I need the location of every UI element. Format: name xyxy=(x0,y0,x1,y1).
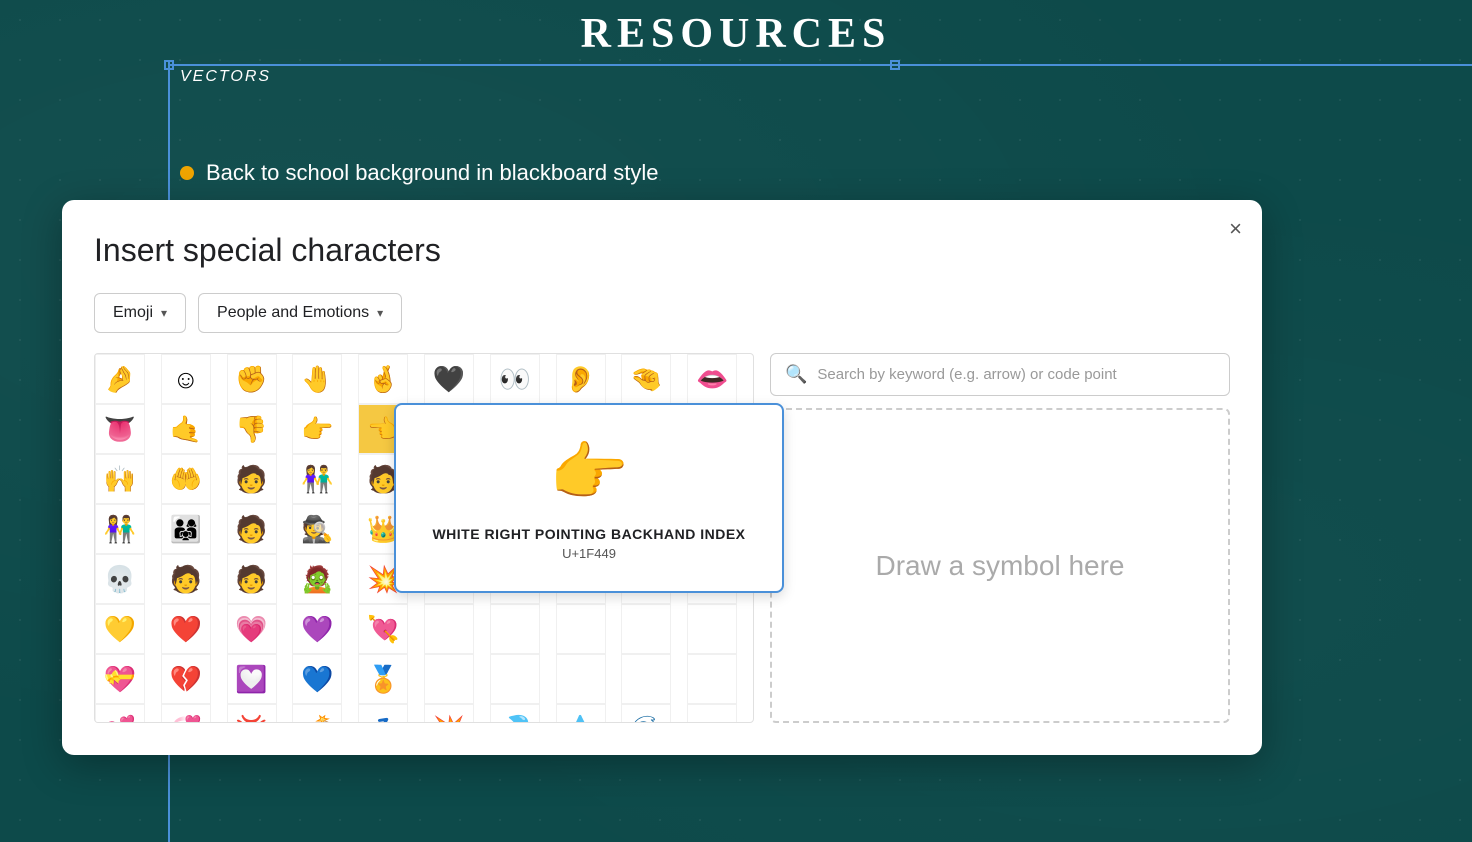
emoji-cell[interactable]: 💣 xyxy=(292,704,342,723)
emoji-cell[interactable]: 💝 xyxy=(95,654,145,704)
emoji-grid-container: 🤌 ☺ ✊ 🤚 🤞 🖤 👀 👂 🤏 👄 👅 🤙 👎 👉 👈 👊 🤝 👌 xyxy=(94,353,754,723)
emoji-cell[interactable]: 💛 xyxy=(95,604,145,654)
bullet-dot xyxy=(180,166,194,180)
emoji-cell[interactable]: 🤲 xyxy=(161,454,211,504)
emoji-cell[interactable]: 🙌 xyxy=(95,454,145,504)
emoji-cell[interactable]: 👀 xyxy=(490,354,540,404)
emoji-cell[interactable]: 🕵 xyxy=(292,504,342,554)
header: RESOURCES VECTORS xyxy=(0,0,1472,130)
emoji-cell[interactable] xyxy=(490,654,540,704)
emoji-cell[interactable]: 💔 xyxy=(161,654,211,704)
emoji-cell[interactable]: 🌊 xyxy=(621,704,671,723)
close-button[interactable]: × xyxy=(1229,218,1242,240)
emoji-cell[interactable]: 👨‍👩‍👧 xyxy=(161,504,211,554)
emoji-cell[interactable] xyxy=(621,654,671,704)
right-panel: 🔍 Search by keyword (e.g. arrow) or code… xyxy=(770,353,1230,723)
emoji-cell[interactable]: 💧 xyxy=(556,704,606,723)
chevron-down-icon-2: ▾ xyxy=(377,306,383,320)
emoji-cell[interactable]: ☺ xyxy=(161,354,211,404)
search-placeholder: Search by keyword (e.g. arrow) or code p… xyxy=(817,366,1116,383)
emoji-cell[interactable]: 👫 xyxy=(95,504,145,554)
emoji-cell[interactable]: 💀 xyxy=(95,554,145,604)
emoji-cell[interactable]: 💗 xyxy=(227,604,277,654)
draw-area-label: Draw a symbol here xyxy=(876,550,1125,582)
emoji-category-dropdown[interactable]: Emoji ▾ xyxy=(94,293,186,333)
tooltip-code: U+1F449 xyxy=(562,546,616,561)
emoji-cell[interactable]: 🧑 xyxy=(227,504,277,554)
emoji-cell[interactable]: 💦 xyxy=(490,704,540,723)
emoji-cell[interactable]: 🖤 xyxy=(424,354,474,404)
emoji-cell[interactable]: 👎 xyxy=(227,404,277,454)
search-bar[interactable]: 🔍 Search by keyword (e.g. arrow) or code… xyxy=(770,353,1230,396)
tooltip-name: WHITE RIGHT POINTING BACKHAND INDEX xyxy=(432,526,745,542)
subcategory-dropdown-label: People and Emotions xyxy=(217,304,369,322)
emoji-cell[interactable]: 👄 xyxy=(687,354,737,404)
emoji-cell[interactable]: 🤏 xyxy=(621,354,671,404)
emoji-cell[interactable]: 💥 xyxy=(424,704,474,723)
emoji-tooltip: 👉 WHITE RIGHT POINTING BACKHAND INDEX U+… xyxy=(394,403,784,593)
emoji-cell[interactable]: 🤚 xyxy=(292,354,342,404)
emoji-cell[interactable]: 🤌 xyxy=(95,354,145,404)
chevron-down-icon: ▾ xyxy=(161,306,167,320)
emoji-cell[interactable]: 🧑 xyxy=(227,454,277,504)
emoji-cell[interactable] xyxy=(556,654,606,704)
dropdown-row: Emoji ▾ People and Emotions ▾ xyxy=(94,293,1230,333)
emoji-cell[interactable]: 💕 xyxy=(95,704,145,723)
emoji-dropdown-label: Emoji xyxy=(113,304,153,322)
emoji-cell[interactable]: 👉 xyxy=(292,404,342,454)
emoji-cell[interactable] xyxy=(424,604,474,654)
emoji-cell[interactable]: 🧟 xyxy=(292,554,342,604)
bullet-text: Back to school background in blackboard … xyxy=(206,160,658,186)
search-icon: 🔍 xyxy=(785,364,807,385)
emoji-cell[interactable]: 💤 xyxy=(358,704,408,723)
emoji-cell[interactable]: 🤞 xyxy=(358,354,408,404)
emoji-cell[interactable] xyxy=(687,654,737,704)
emoji-cell[interactable]: 💜 xyxy=(292,604,342,654)
emoji-cell[interactable] xyxy=(621,604,671,654)
emoji-cell[interactable]: 🧑 xyxy=(161,554,211,604)
emoji-cell[interactable]: 💢 xyxy=(227,704,277,723)
draw-area[interactable]: Draw a symbol here xyxy=(770,408,1230,723)
site-title: RESOURCES xyxy=(581,10,892,58)
emoji-cell[interactable]: ✊ xyxy=(227,354,277,404)
emoji-cell[interactable]: 👂 xyxy=(556,354,606,404)
emoji-cell[interactable]: 👫 xyxy=(292,454,342,504)
tooltip-emoji: 👉 xyxy=(549,435,629,510)
vectors-label: VECTORS xyxy=(180,68,271,86)
subcategory-dropdown[interactable]: People and Emotions ▾ xyxy=(198,293,402,333)
bullet-item: Back to school background in blackboard … xyxy=(180,160,658,186)
emoji-cell[interactable]: 🏅 xyxy=(358,654,408,704)
emoji-cell[interactable] xyxy=(556,604,606,654)
emoji-cell[interactable] xyxy=(424,654,474,704)
modal-title: Insert special characters xyxy=(94,232,1230,269)
emoji-cell[interactable] xyxy=(490,604,540,654)
emoji-cell[interactable] xyxy=(687,604,737,654)
emoji-cell[interactable]: 💙 xyxy=(292,654,342,704)
emoji-cell[interactable]: 💘 xyxy=(358,604,408,654)
insert-special-characters-modal: × Insert special characters Emoji ▾ Peop… xyxy=(62,200,1262,755)
emoji-cell[interactable]: 💟 xyxy=(227,654,277,704)
emoji-cell[interactable]: 🧑 xyxy=(227,554,277,604)
emoji-cell[interactable]: 👅 xyxy=(95,404,145,454)
content-area: 🤌 ☺ ✊ 🤚 🤞 🖤 👀 👂 🤏 👄 👅 🤙 👎 👉 👈 👊 🤝 👌 xyxy=(94,353,1230,723)
emoji-cell[interactable]: ❤️ xyxy=(161,604,211,654)
emoji-cell[interactable]: 🤙 xyxy=(161,404,211,454)
emoji-cell[interactable] xyxy=(687,704,737,723)
emoji-cell[interactable]: 💞 xyxy=(161,704,211,723)
